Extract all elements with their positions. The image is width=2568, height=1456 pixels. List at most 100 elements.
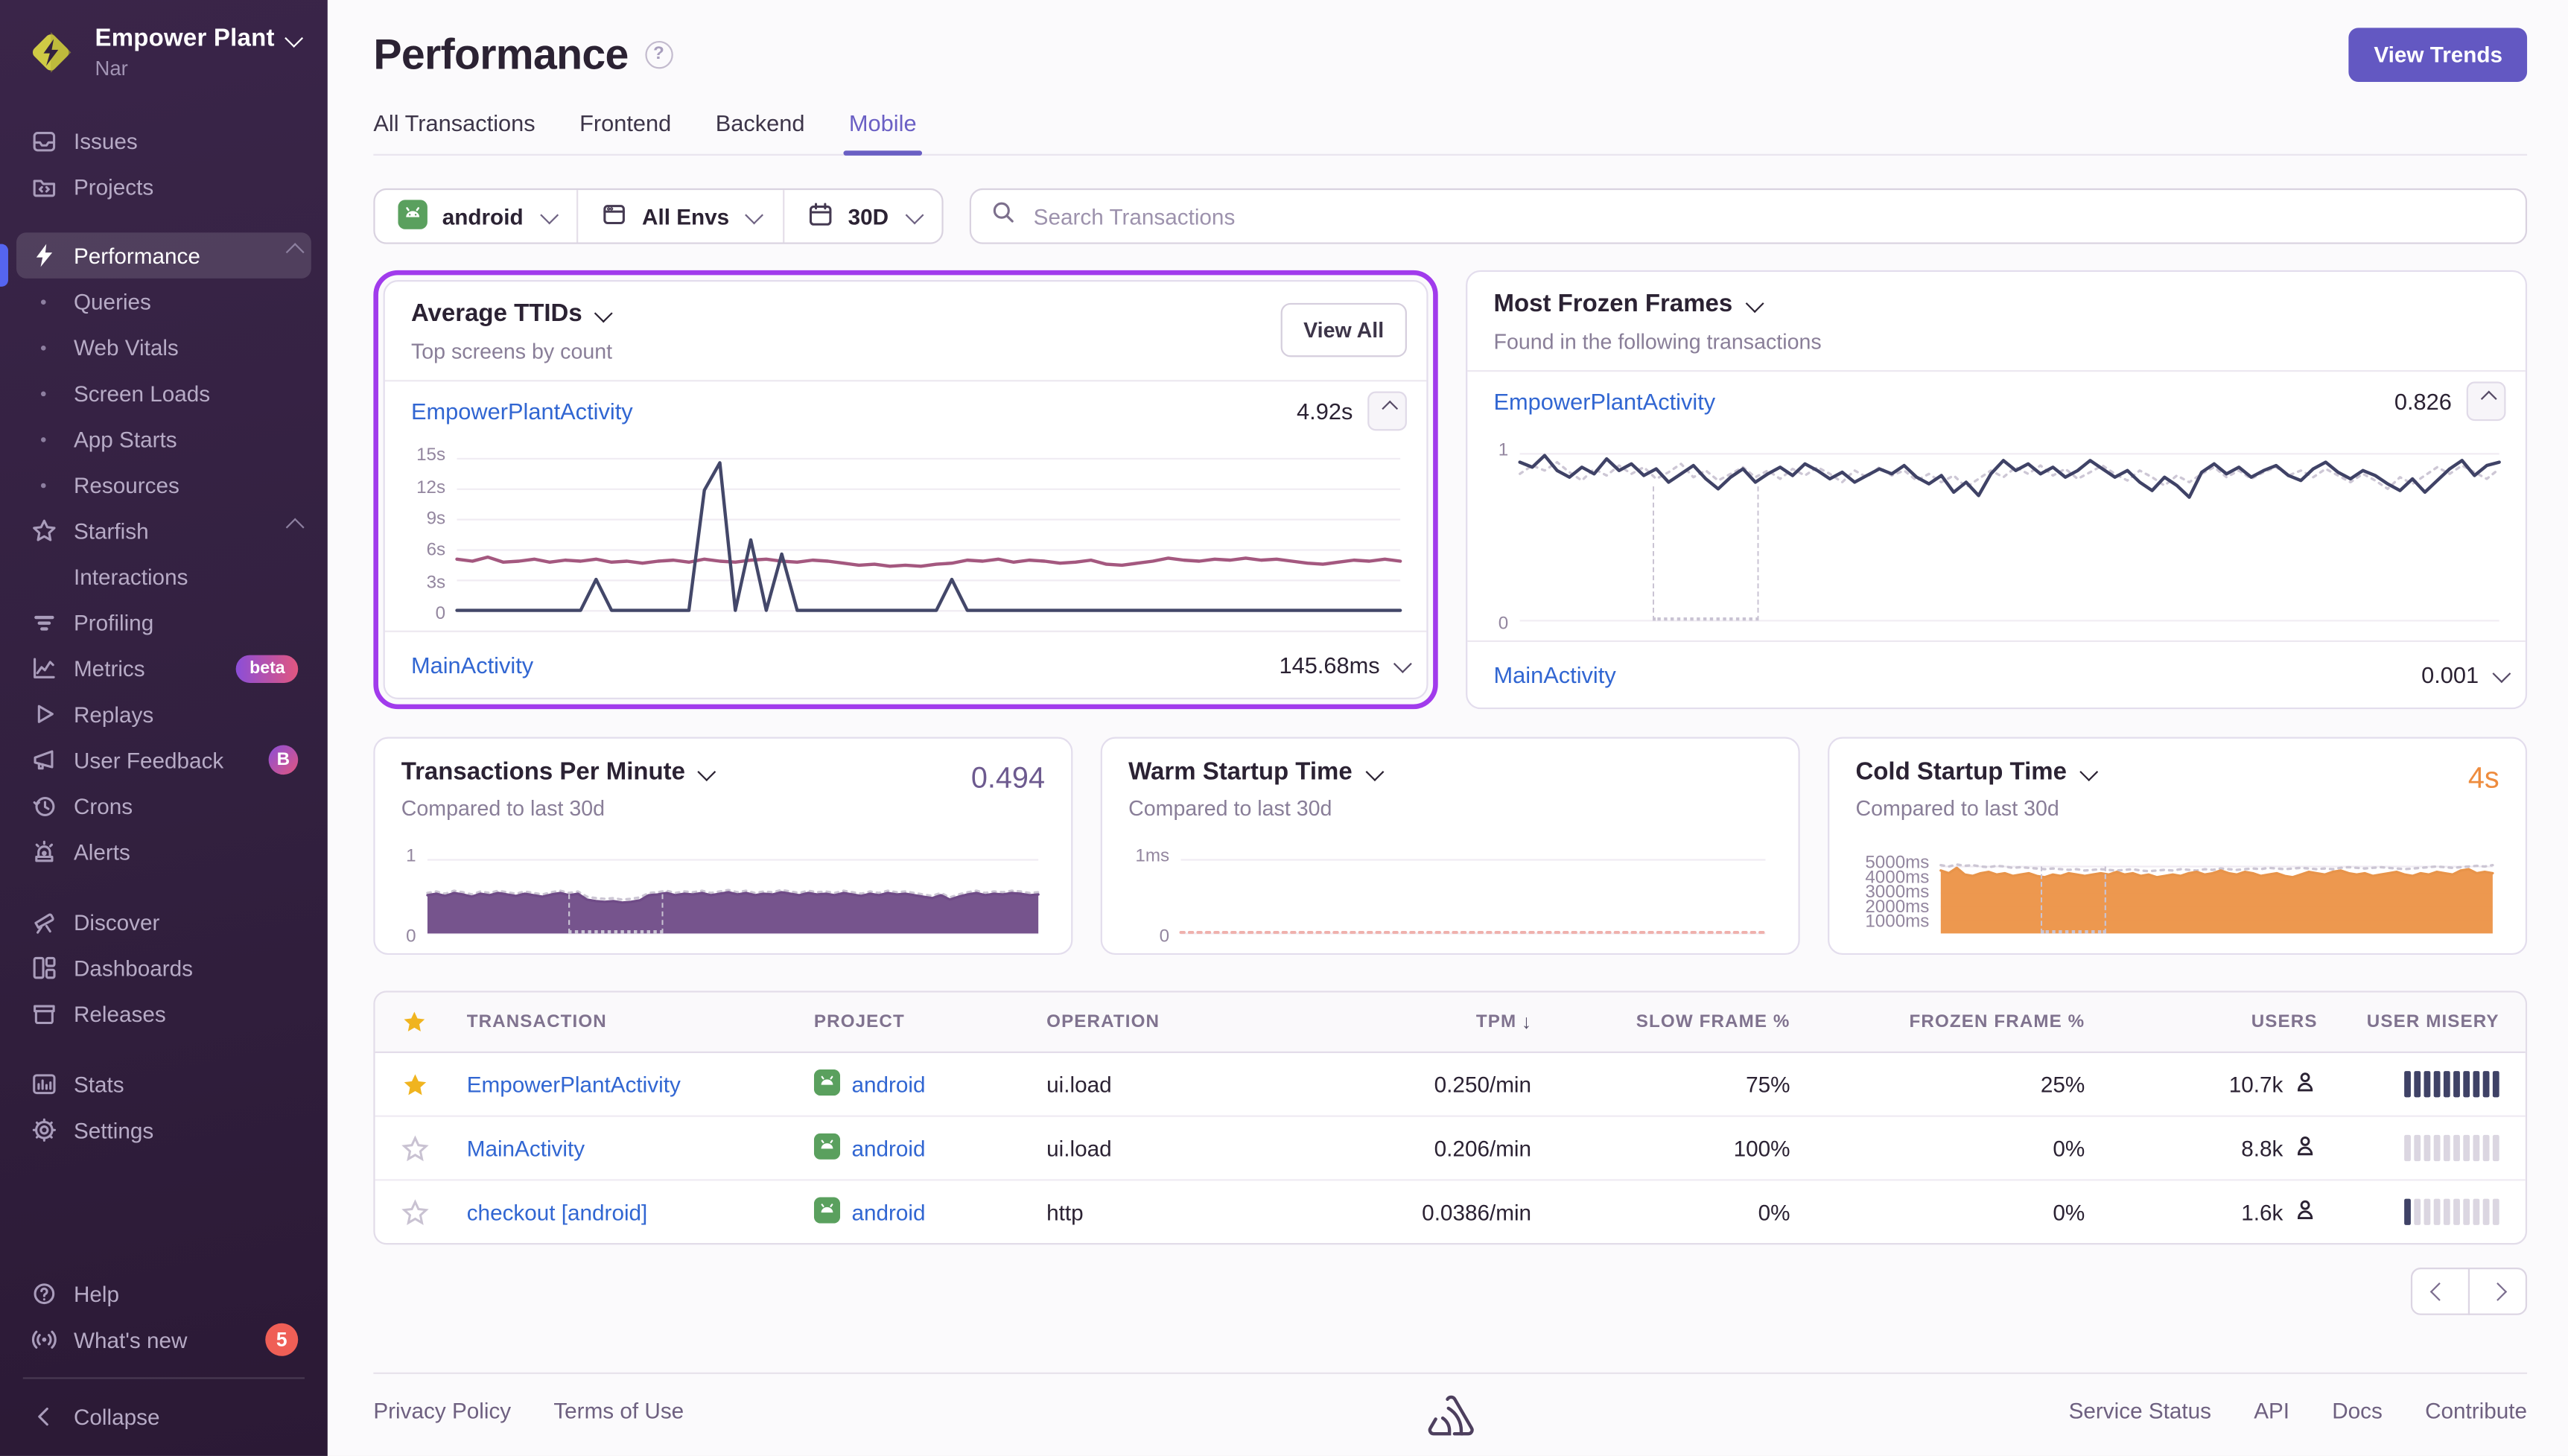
transaction-link[interactable]: MainActivity — [1493, 661, 1615, 687]
col-user-misery[interactable]: USER MISERY — [2318, 1012, 2499, 1031]
y-tick-label: 6s — [426, 541, 446, 561]
sidebar-item-label: Metrics — [73, 655, 145, 681]
expand-button[interactable] — [2492, 664, 2510, 683]
operation-cell: ui.load — [1046, 1072, 1112, 1097]
tab-all-transactions[interactable]: All Transactions — [373, 109, 535, 153]
sidebar-item-app-starts[interactable]: App Starts — [16, 416, 311, 462]
sidebar-item-crons[interactable]: Crons — [16, 783, 311, 829]
sidebar-item-help[interactable]: Help — [16, 1271, 311, 1317]
tab-mobile[interactable]: Mobile — [844, 109, 922, 156]
sidebar-item-screen-loads[interactable]: Screen Loads — [16, 370, 311, 416]
col-transaction[interactable]: TRANSACTION — [467, 1012, 814, 1031]
sidebar-item-replays[interactable]: Replays — [16, 691, 311, 737]
transaction-link[interactable]: EmpowerPlantActivity — [411, 398, 633, 424]
y-tick-label: 1ms — [1135, 846, 1170, 867]
project-link[interactable]: android — [851, 1200, 925, 1224]
search-input[interactable] — [1030, 202, 2506, 230]
metrics-icon — [30, 655, 57, 681]
frozen-frames-title[interactable]: Most Frozen Frames — [1493, 290, 2499, 318]
release-window-marker — [568, 893, 663, 934]
org-switcher[interactable]: Empower Plant Nar — [0, 0, 328, 98]
sidebar-item-interactions[interactable]: Interactions — [16, 553, 311, 600]
service-status-link[interactable]: Service Status — [2069, 1399, 2211, 1423]
misery-bar — [2482, 1134, 2490, 1162]
col-slow-frame[interactable]: SLOW FRAME % — [1531, 1012, 1790, 1031]
col-operation[interactable]: OPERATION — [1046, 1012, 1321, 1031]
search-transactions — [969, 188, 2528, 244]
privacy-policy-link[interactable]: Privacy Policy — [373, 1399, 511, 1423]
collapse-button[interactable] — [2466, 381, 2506, 422]
sidebar-item-performance[interactable]: Performance — [16, 232, 311, 279]
star-header-icon[interactable] — [401, 1009, 467, 1035]
sidebar-item-stats[interactable]: Stats — [16, 1061, 311, 1107]
col-tpm[interactable]: TPM — [1322, 1011, 1531, 1034]
sidebar-item-profiling[interactable]: Profiling — [16, 600, 311, 646]
sidebar-item-projects[interactable]: Projects — [16, 164, 311, 210]
collapse-button[interactable] — [1367, 391, 1407, 431]
misery-bar — [2424, 1071, 2431, 1098]
sidebar-item-label: Profiling — [73, 610, 154, 635]
contribute-link[interactable]: Contribute — [2425, 1399, 2527, 1423]
transaction-link[interactable]: MainActivity — [411, 652, 533, 678]
transaction-link[interactable]: MainActivity — [467, 1136, 814, 1160]
user-misery-bars — [2318, 1198, 2499, 1225]
misery-bar — [2433, 1134, 2441, 1162]
misery-bar — [2453, 1071, 2460, 1098]
transaction-link[interactable]: checkout [android] — [467, 1200, 814, 1224]
sidebar-item-label: Issues — [73, 128, 138, 153]
transaction-link[interactable]: EmpowerPlantActivity — [1493, 388, 1715, 414]
sidebar-item-queries[interactable]: Queries — [16, 279, 311, 325]
sidebar-item-web-vitals[interactable]: Web Vitals — [16, 324, 311, 370]
environment-filter[interactable]: All Envs — [576, 190, 783, 243]
sidebar-item-metrics[interactable]: Metrics beta — [16, 645, 311, 691]
api-link[interactable]: API — [2254, 1399, 2289, 1423]
star-toggle[interactable] — [401, 1134, 467, 1162]
misery-bar — [2414, 1071, 2421, 1098]
sidebar-item-issues[interactable]: Issues — [16, 118, 311, 164]
sidebar-item-discover[interactable]: Discover — [16, 899, 311, 945]
prev-page-button[interactable] — [2410, 1268, 2470, 1315]
sidebar-item-resources[interactable]: Resources — [16, 462, 311, 508]
terms-of-use-link[interactable]: Terms of Use — [553, 1399, 684, 1423]
next-page-button[interactable] — [2467, 1268, 2528, 1315]
tab-frontend[interactable]: Frontend — [579, 109, 671, 153]
tpm-cell: 0.0386/min — [1422, 1199, 1532, 1224]
main-content: Performance View Trends All Transactions… — [327, 0, 2568, 1456]
bullet-icon — [30, 390, 57, 396]
warm-startup-title[interactable]: Warm Startup Time — [1128, 758, 1772, 786]
release-window-marker — [2040, 866, 2107, 934]
misery-bar — [2473, 1071, 2480, 1098]
sidebar-item-dashboards[interactable]: Dashboards — [16, 945, 311, 991]
docs-link[interactable]: Docs — [2332, 1399, 2383, 1423]
cold-startup-title[interactable]: Cold Startup Time — [1855, 758, 2499, 786]
col-project[interactable]: PROJECT — [814, 1012, 1046, 1031]
star-toggle[interactable] — [401, 1198, 467, 1226]
sidebar-item-collapse[interactable]: Collapse — [16, 1393, 311, 1440]
date-range-filter[interactable]: 30D — [782, 190, 942, 243]
tab-backend[interactable]: Backend — [716, 109, 805, 153]
sidebar-item-whats-new[interactable]: What's new 5 — [16, 1317, 311, 1363]
sidebar-item-alerts[interactable]: Alerts — [16, 829, 311, 875]
view-trends-button[interactable]: View Trends — [2349, 27, 2528, 81]
col-frozen-frame[interactable]: FROZEN FRAME % — [1790, 1012, 2085, 1031]
project-link[interactable]: android — [851, 1136, 925, 1160]
frozen-frame-cell: 0% — [2053, 1199, 2085, 1224]
expand-button[interactable] — [1393, 655, 1411, 673]
help-icon[interactable] — [644, 39, 673, 69]
col-users[interactable]: USERS — [2085, 1012, 2317, 1031]
tpm-title[interactable]: Transactions Per Minute — [401, 758, 1045, 786]
badge-user-feedback: B — [268, 745, 299, 775]
project-link[interactable]: android — [851, 1072, 925, 1096]
star-toggle[interactable] — [401, 1070, 467, 1098]
misery-bar — [2433, 1198, 2441, 1225]
misery-bar — [2482, 1071, 2490, 1098]
sidebar-item-user-feedback[interactable]: User Feedback B — [16, 737, 311, 783]
average-ttids-title[interactable]: Average TTIDs — [411, 299, 1400, 328]
transaction-link[interactable]: EmpowerPlantActivity — [467, 1072, 814, 1096]
sidebar-item-releases[interactable]: Releases — [16, 991, 311, 1037]
view-all-button[interactable]: View All — [1280, 302, 1407, 357]
badge-whats-new: 5 — [265, 1323, 299, 1356]
sidebar-item-settings[interactable]: Settings — [16, 1107, 311, 1154]
project-filter[interactable]: android — [375, 190, 576, 242]
sidebar-item-starfish[interactable]: Starfish — [16, 508, 311, 554]
